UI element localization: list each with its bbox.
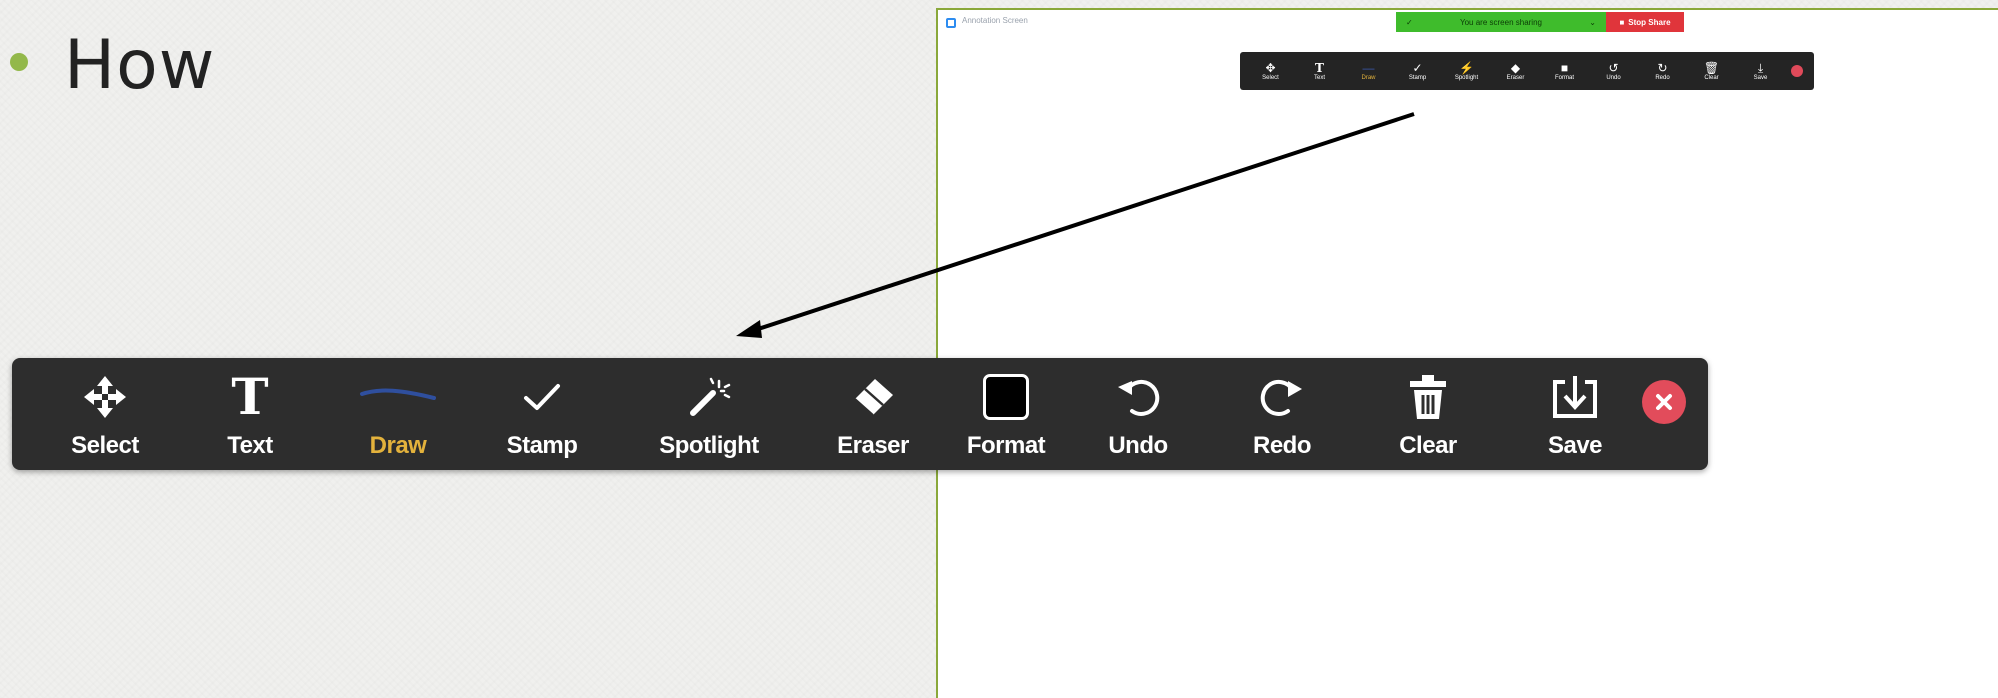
callout-arrow [736,112,1415,338]
